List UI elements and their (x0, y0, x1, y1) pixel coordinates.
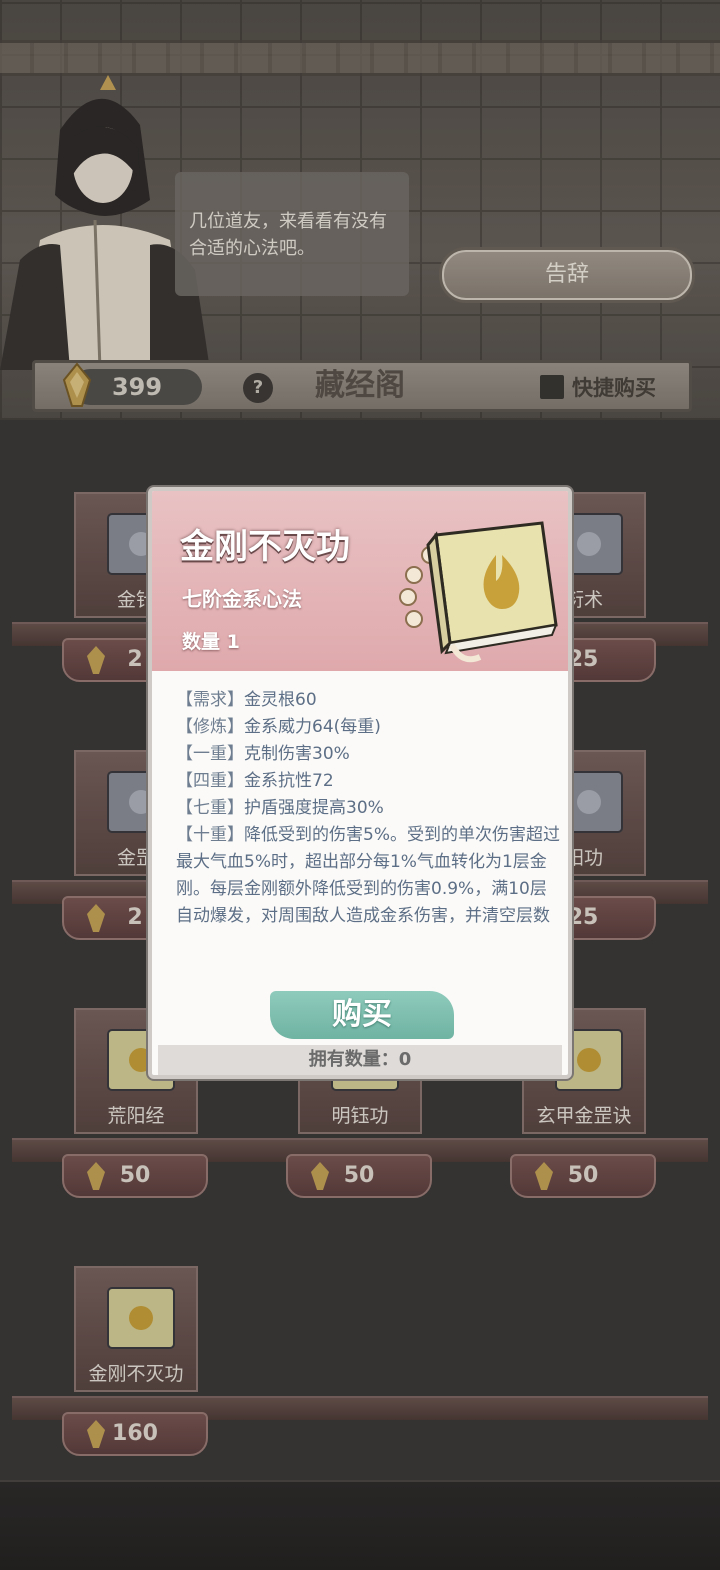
book-detail-modal: 金刚不灭功 七阶金系心法 数量 1 【需求】金灵根60 【修炼】金系威力64(每… (148, 487, 572, 1079)
cultivation-line: 【修炼】金系威力64(每重) (176, 717, 381, 737)
level-10-line: 【十重】降低受到的伤害5%。受到的单次伤害超过最大气血5%时，超出部分每1%气血… (176, 825, 560, 926)
modal-quantity: 数量 1 (182, 631, 240, 653)
buy-button[interactable]: 购买 (270, 991, 454, 1039)
modal-title: 金刚不灭功 (180, 527, 350, 567)
level-1-line: 【一重】克制伤害30% (176, 744, 350, 764)
modal-subtitle: 七阶金系心法 (182, 587, 302, 611)
golden-book-icon (399, 521, 558, 663)
level-4-line: 【四重】金系抗性72 (176, 771, 334, 791)
modal-header: 金刚不灭功 七阶金系心法 数量 1 (152, 491, 568, 671)
owned-count: 拥有数量：0 (158, 1045, 562, 1075)
level-7-line: 【七重】护盾强度提高30% (176, 798, 384, 818)
modal-description: 【需求】金灵根60 【修炼】金系威力64(每重) 【一重】克制伤害30% 【四重… (176, 687, 560, 930)
requirement-line: 【需求】金灵根60 (176, 690, 317, 710)
